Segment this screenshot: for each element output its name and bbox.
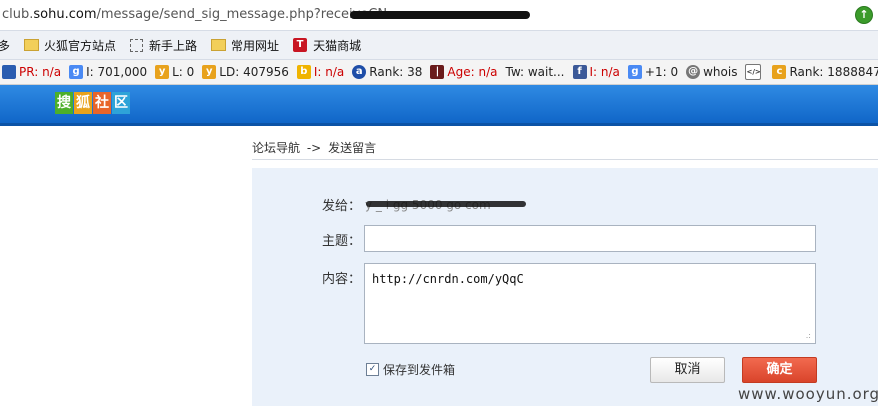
url-text[interactable]: club.sohu.com/message/send_sig_message.p… bbox=[2, 7, 398, 22]
alexa-icon: a bbox=[352, 65, 367, 79]
bing-index-item[interactable]: b I: n/a bbox=[296, 65, 344, 79]
twitter-item[interactable]: Tw: wait... bbox=[505, 65, 564, 79]
source-item[interactable]: </> bbox=[745, 64, 764, 80]
bookmark-tmall[interactable]: T 天猫商城 bbox=[293, 37, 361, 54]
subject-label: 主题： bbox=[322, 234, 362, 249]
barcode-icon: | bbox=[430, 65, 445, 79]
links-item[interactable]: y L: 0 bbox=[155, 65, 194, 79]
compete-rank-item[interactable]: c Rank: 1888847 bbox=[772, 65, 878, 79]
breadcrumb-current: 发送留言 bbox=[328, 141, 377, 155]
bookmark-more[interactable]: 多 bbox=[0, 37, 10, 54]
breadcrumb: 论坛导航 -> 发送留言 bbox=[252, 139, 376, 156]
yahoo-icon: y bbox=[202, 65, 217, 79]
dashed-box-icon bbox=[130, 38, 144, 52]
address-bar[interactable]: club.sohu.com/message/send_sig_message.p… bbox=[0, 0, 878, 31]
site-header: 搜 狐 社 区 bbox=[0, 85, 878, 126]
facebook-item[interactable]: f I: n/a bbox=[572, 65, 620, 79]
watermark: www.wooyun.org bbox=[738, 385, 878, 403]
url-redaction bbox=[350, 11, 530, 19]
fingerprint-icon: @ bbox=[686, 65, 701, 79]
save-to-outbox-label[interactable]: 保存到发件箱 bbox=[383, 361, 455, 378]
whois-item[interactable]: @ whois bbox=[686, 65, 737, 79]
to-label: 发给： bbox=[322, 199, 362, 214]
bookmarks-toolbar: 多 火狐官方站点 新手上路 常用网址 T 天猫商城 bbox=[0, 31, 878, 60]
code-icon: </> bbox=[745, 64, 762, 80]
plus-one-item[interactable]: g +1: 0 bbox=[627, 65, 678, 79]
pagerank-item[interactable]: PR: n/a bbox=[2, 65, 61, 79]
subject-input[interactable] bbox=[364, 225, 816, 252]
alexa-rank-item[interactable]: a Rank: 38 bbox=[352, 65, 422, 79]
bookmark-common-sites[interactable]: 常用网址 bbox=[211, 37, 279, 54]
breadcrumb-arrow: -> bbox=[306, 141, 322, 155]
resize-grip-icon[interactable]: .: bbox=[806, 332, 811, 340]
submit-button[interactable]: 确定 bbox=[742, 357, 817, 383]
breadcrumb-home-link[interactable]: 论坛导航 bbox=[252, 141, 300, 155]
google-icon: g bbox=[69, 65, 84, 79]
google-index-item[interactable]: g I: 701,000 bbox=[69, 65, 147, 79]
tmall-icon: T bbox=[293, 38, 308, 52]
seo-toolbar: PR: n/a g I: 701,000 y L: 0 y LD: 407956… bbox=[0, 60, 878, 85]
bookmark-firefox-official[interactable]: 火狐官方站点 bbox=[24, 37, 116, 54]
go-arrow-icon[interactable]: ↑ bbox=[855, 6, 873, 24]
content-label: 内容： bbox=[322, 272, 362, 287]
google-icon: g bbox=[627, 65, 642, 79]
pagerank-icon bbox=[2, 65, 16, 79]
domain-age-item[interactable]: | Age: n/a bbox=[430, 65, 497, 79]
breadcrumb-divider bbox=[252, 159, 878, 160]
compete-icon: c bbox=[772, 65, 787, 79]
folder-icon bbox=[24, 39, 40, 51]
folder-icon bbox=[211, 39, 227, 51]
bing-icon: b bbox=[296, 65, 311, 79]
save-to-outbox-checkbox[interactable]: ✓ bbox=[366, 363, 379, 376]
yahoo-icon: y bbox=[155, 65, 170, 79]
cancel-button[interactable]: 取消 bbox=[650, 357, 725, 383]
content-textarea[interactable]: http://cnrdn.com/yQqC .: bbox=[364, 263, 816, 344]
bookmark-getting-started[interactable]: 新手上路 bbox=[130, 37, 197, 54]
facebook-icon: f bbox=[572, 65, 587, 79]
link-domains-item[interactable]: y LD: 407956 bbox=[202, 65, 289, 79]
sohu-community-logo[interactable]: 搜 狐 社 区 bbox=[55, 92, 131, 114]
recipient-redaction bbox=[366, 201, 526, 207]
